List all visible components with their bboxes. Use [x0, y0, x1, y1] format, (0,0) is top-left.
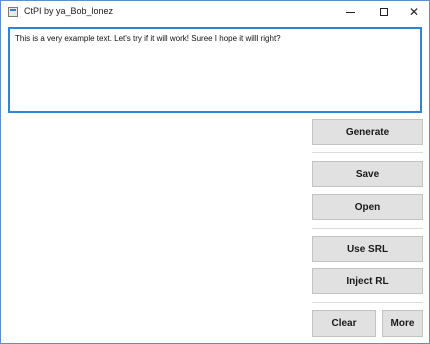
- minimize-icon: [345, 11, 355, 13]
- use-srl-button[interactable]: Use SRL: [312, 236, 423, 262]
- separator-1: [312, 152, 423, 153]
- maximize-icon: [380, 8, 388, 16]
- save-button[interactable]: Save: [312, 161, 423, 187]
- open-button[interactable]: Open: [312, 194, 423, 220]
- minimize-button[interactable]: [333, 1, 367, 23]
- separator-2: [312, 228, 423, 229]
- app-window: CtPI by ya_Bob_lonez ✕ This is a very ex…: [0, 0, 430, 344]
- more-button[interactable]: More: [382, 310, 423, 337]
- inject-rl-button[interactable]: Inject RL: [312, 268, 423, 294]
- close-icon: ✕: [408, 5, 420, 19]
- title-bar[interactable]: CtPI by ya_Bob_lonez ✕: [1, 1, 429, 23]
- separator-3: [312, 302, 423, 303]
- app-icon: [8, 7, 18, 17]
- generate-button[interactable]: Generate: [312, 119, 423, 145]
- window-title: CtPI by ya_Bob_lonez: [24, 6, 114, 16]
- clear-button[interactable]: Clear: [312, 310, 376, 337]
- close-button[interactable]: ✕: [397, 1, 430, 23]
- main-text-area[interactable]: This is a very example text. Let's try i…: [8, 27, 422, 113]
- maximize-button[interactable]: [367, 1, 401, 23]
